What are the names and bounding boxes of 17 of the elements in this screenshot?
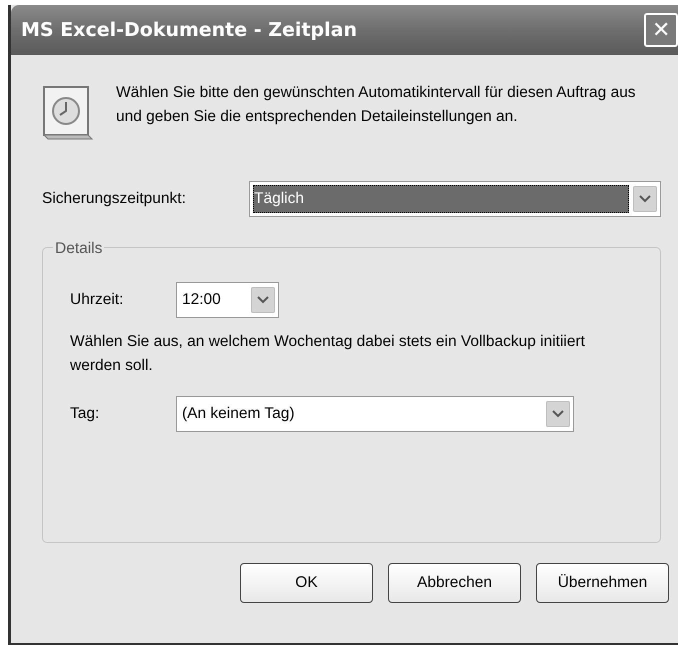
- day-label: Tag:: [70, 404, 100, 424]
- day-dropdown[interactable]: (An keinem Tag): [176, 396, 574, 432]
- time-label: Uhrzeit:: [70, 290, 124, 310]
- dialog-button[interactable]: OK: [240, 563, 373, 603]
- time-value: 12:00: [182, 290, 221, 310]
- schedule-label: Sicherungszeitpunkt:: [42, 189, 187, 210]
- close-button[interactable]: ✕: [644, 13, 678, 47]
- dialog-button[interactable]: Abbrechen: [388, 563, 521, 603]
- weekday-hint: Wählen Sie aus, an welchem Wochentag dabei stets ein Vollbackup initiiert werden soll.: [70, 332, 586, 376]
- clock-icon: [42, 85, 96, 141]
- time-dropdown[interactable]: 12:00: [176, 282, 279, 318]
- window-title: MS Excel-Dokumente - Zeitplan: [21, 18, 357, 43]
- intro-text: Wählen Sie bitte den gewünschten Automatikintervall für diesen Auftrag aus und geben Sie die entsprechenden Detaileinstellungen an.: [116, 83, 636, 127]
- day-value: (An keinem Tag): [182, 404, 295, 424]
- schedule-value: Täglich: [253, 185, 629, 213]
- dialog-button[interactable]: Übernehmen: [536, 563, 669, 603]
- schedule-dropdown[interactable]: Täglich: [249, 181, 661, 217]
